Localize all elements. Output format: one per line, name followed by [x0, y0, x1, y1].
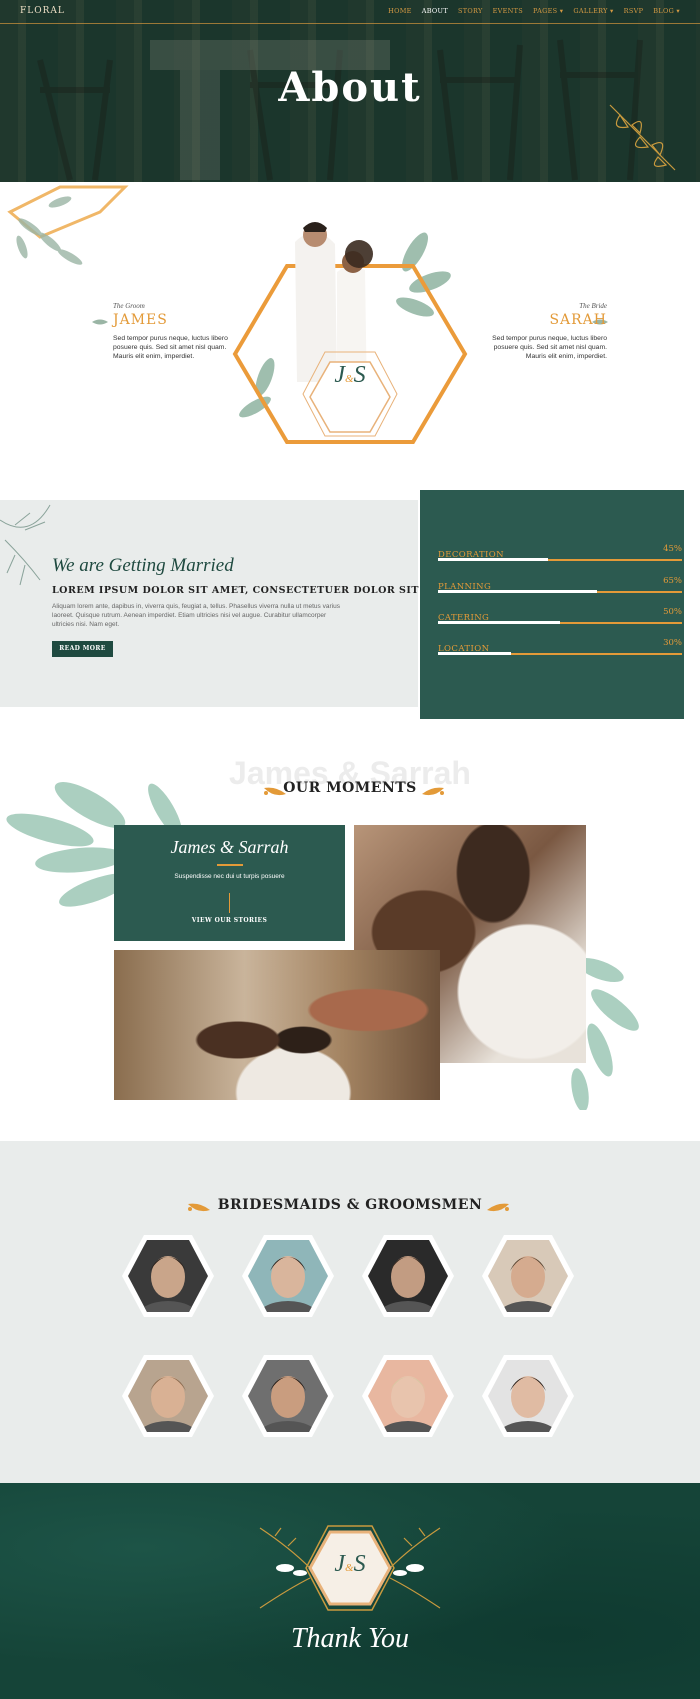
couple-photo-frame: [232, 222, 468, 444]
planning-progress-panel: DECORATION 45% PLANNING 65% CATERING 50%…: [420, 490, 684, 719]
our-moments-section: James & Sarrah OUR MOMENTS James & Sarra…: [0, 750, 700, 1140]
person-portrait-bridesmaid-3: [360, 1353, 456, 1439]
person-portrait-bridesmaid-2: [240, 1353, 336, 1439]
monogram: J&S: [305, 362, 395, 389]
bride-info: The Bride SARAH Sed tempor purus neque, …: [487, 302, 607, 362]
nav-item-gallery[interactable]: GALLERY ▾: [573, 7, 613, 15]
skill-catering: CATERING 50%: [438, 607, 682, 625]
groom-name: JAMES: [113, 312, 168, 328]
nav-menu: HOME ABOUT STORY EVENTS PAGES ▾ GALLERY …: [388, 7, 680, 15]
footer: J&S Thank You: [0, 1483, 700, 1699]
skill-planning: PLANNING 65%: [438, 576, 682, 594]
monogram-right: S: [353, 1551, 366, 1577]
married-heading: LOREM IPSUM DOLOR SIT AMET, CONSECTETUER…: [52, 585, 419, 596]
couple-section: The Groom JAMES Sed tempor purus neque, …: [0, 182, 700, 482]
moments-card: James & Sarrah Suspendisse nec dui ut tu…: [114, 825, 345, 941]
person-portrait-groomsman-4: [480, 1233, 576, 1319]
divider: [229, 893, 230, 913]
monogram-left: J: [334, 1551, 346, 1577]
thank-you-text: Thank You: [290, 1623, 409, 1654]
nav-item-story[interactable]: STORY: [458, 7, 483, 15]
skill-percent: 30%: [663, 638, 682, 648]
monogram-left: J: [334, 362, 346, 388]
bride-bio: Sed tempor purus neque, luctus libero po…: [492, 335, 607, 361]
gold-leaf-decoration-icon: [609, 104, 676, 171]
skill-fill: [438, 652, 512, 655]
brand-logo[interactable]: FLORAL: [20, 6, 65, 16]
skill-percent: 45%: [663, 544, 682, 554]
skill-location: LOCATION 30%: [438, 638, 682, 656]
getting-married-section: We are Getting Married LOREM IPSUM DOLOR…: [0, 490, 700, 720]
person-portrait-groomsman-2: [240, 1233, 336, 1319]
skill-decoration: DECORATION 45%: [438, 544, 682, 562]
moments-card-title: James & Sarrah: [170, 837, 289, 857]
nav-item-home[interactable]: HOME: [388, 7, 412, 15]
bride-name: SARAH: [549, 312, 607, 328]
view-our-stories-link[interactable]: VIEW OUR STORIES: [114, 917, 345, 924]
leaf-branch-icon: [0, 504, 51, 586]
nav-item-pages[interactable]: PAGES ▾: [533, 7, 563, 15]
divider: [216, 864, 243, 866]
skill-fill: [438, 558, 548, 561]
footer-monogram: J&S: [300, 1551, 400, 1578]
skill-percent: 65%: [663, 576, 682, 586]
monogram-amp: &: [345, 373, 354, 385]
monogram-right: S: [353, 362, 366, 388]
groom-bio: Sed tempor purus neque, luctus libero po…: [113, 335, 228, 361]
leaf-ornament-icon: [92, 319, 108, 325]
groom-info: The Groom JAMES Sed tempor purus neque, …: [113, 302, 233, 362]
orange-leaf-icon: [422, 787, 444, 796]
couple-portrait: J&S: [225, 202, 475, 457]
top-navigation: FLORAL HOME ABOUT STORY EVENTS PAGES ▾ G…: [0, 0, 700, 24]
person-portrait-groomsman-3: [360, 1233, 456, 1319]
bride-role: The Bride: [579, 302, 607, 310]
read-more-button[interactable]: READ MORE: [52, 641, 113, 657]
moments-card-text: Suspendisse nec dui ut turpis posuere: [174, 873, 285, 880]
person-portrait-bridesmaid-1: [120, 1353, 216, 1439]
leaf-corner-decoration-icon: [7, 185, 129, 265]
married-script-title: We are Getting Married: [52, 555, 234, 576]
hero-banner: FLORAL HOME ABOUT STORY EVENTS PAGES ▾ G…: [0, 0, 700, 182]
bridesmaids-title: BRIDESMAIDS & GROOMSMEN: [217, 1197, 483, 1213]
bridesmaids-groomsmen-section: BRIDESMAIDS & GROOMSMEN: [0, 1141, 700, 1483]
skill-percent: 50%: [663, 607, 682, 617]
moments-title: OUR MOMENTS: [283, 780, 417, 796]
couple-park-photo: [114, 950, 440, 1100]
married-text: Aliquam lorem ante, dapibus in, viverra …: [52, 603, 340, 629]
nav-item-about[interactable]: ABOUT: [422, 7, 448, 15]
monogram-amp: &: [345, 1562, 354, 1574]
nav-item-events[interactable]: EVENTS: [493, 7, 523, 15]
person-portrait-groomsman-1: [120, 1233, 216, 1319]
page-title: About: [278, 64, 422, 111]
nav-item-rsvp[interactable]: RSVP: [624, 7, 644, 15]
orange-leaf-icon: [487, 1203, 509, 1212]
skill-fill: [438, 590, 597, 593]
groom-role: The Groom: [113, 302, 145, 310]
nav-item-blog[interactable]: BLOG ▾: [653, 7, 680, 15]
person-portrait-bridesmaid-4: [480, 1353, 576, 1439]
skill-fill: [438, 621, 560, 624]
